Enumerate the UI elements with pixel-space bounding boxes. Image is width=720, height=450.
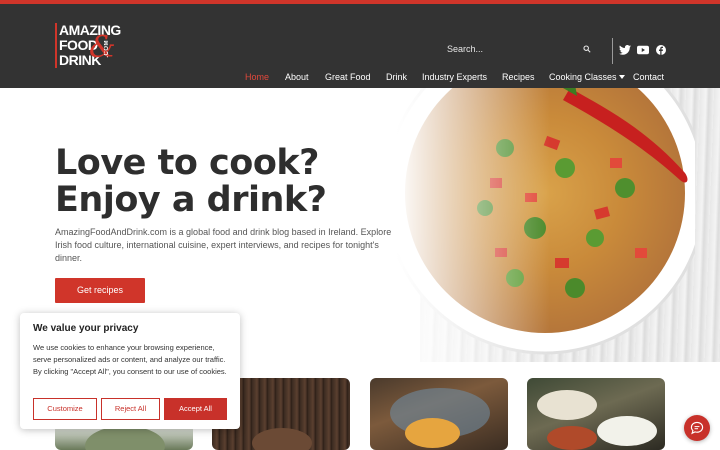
header-divider (612, 38, 613, 64)
nav-item-great-food[interactable]: Great Food (325, 72, 371, 82)
card-food (547, 426, 597, 450)
nav-item-cooking-classes[interactable]: Cooking Classes (549, 72, 617, 82)
youtube-icon[interactable] (637, 45, 649, 55)
reject-all-button[interactable]: Reject All (101, 398, 160, 420)
cookie-banner-title: We value your privacy (33, 323, 139, 334)
chat-button[interactable] (684, 415, 710, 441)
logo-ampersand: & (89, 30, 116, 65)
search-icon[interactable] (583, 45, 591, 53)
hero-description: AmazingFoodAndDrink.com is a global food… (55, 227, 392, 263)
article-card[interactable] (370, 378, 508, 450)
site-header: AMAZING FOOD DRINK & .COM Search... Home… (0, 4, 720, 88)
facebook-icon[interactable] (655, 45, 667, 55)
hero-image-fade (330, 88, 550, 362)
nav-item-home[interactable]: Home (245, 72, 269, 82)
accept-all-button[interactable]: Accept All (164, 398, 227, 420)
cookie-banner-text: We use cookies to enhance your browsing … (33, 343, 227, 376)
search-field[interactable]: Search... (439, 40, 601, 60)
card-food (405, 418, 460, 448)
card-image (537, 390, 597, 420)
cookie-consent-banner: We value your privacy We use cookies to … (20, 313, 240, 429)
card-image (85, 426, 165, 450)
logo-accent-bar (55, 23, 57, 68)
chevron-down-icon[interactable] (619, 75, 625, 79)
logo-suffix: .COM (104, 40, 110, 58)
customize-button[interactable]: Customize (33, 398, 97, 420)
get-recipes-button[interactable]: Get recipes (55, 278, 145, 303)
card-plate (597, 416, 657, 446)
nav-item-drink[interactable]: Drink (386, 72, 407, 82)
site-logo[interactable]: AMAZING FOOD DRINK & .COM (55, 21, 121, 73)
nav-item-recipes[interactable]: Recipes (502, 72, 535, 82)
twitter-icon[interactable] (619, 45, 631, 55)
nav-item-about[interactable]: About (285, 72, 309, 82)
nav-item-contact[interactable]: Contact (633, 72, 664, 82)
hero-title-line-1: Love to cook? (55, 143, 319, 183)
card-image (252, 428, 312, 450)
hero-title-line-2: Enjoy a drink? (55, 180, 327, 220)
article-card[interactable] (527, 378, 665, 450)
chat-bubble-icon (690, 421, 704, 435)
search-input[interactable]: Search... (447, 44, 483, 54)
nav-item-industry-experts[interactable]: Industry Experts (422, 72, 487, 82)
